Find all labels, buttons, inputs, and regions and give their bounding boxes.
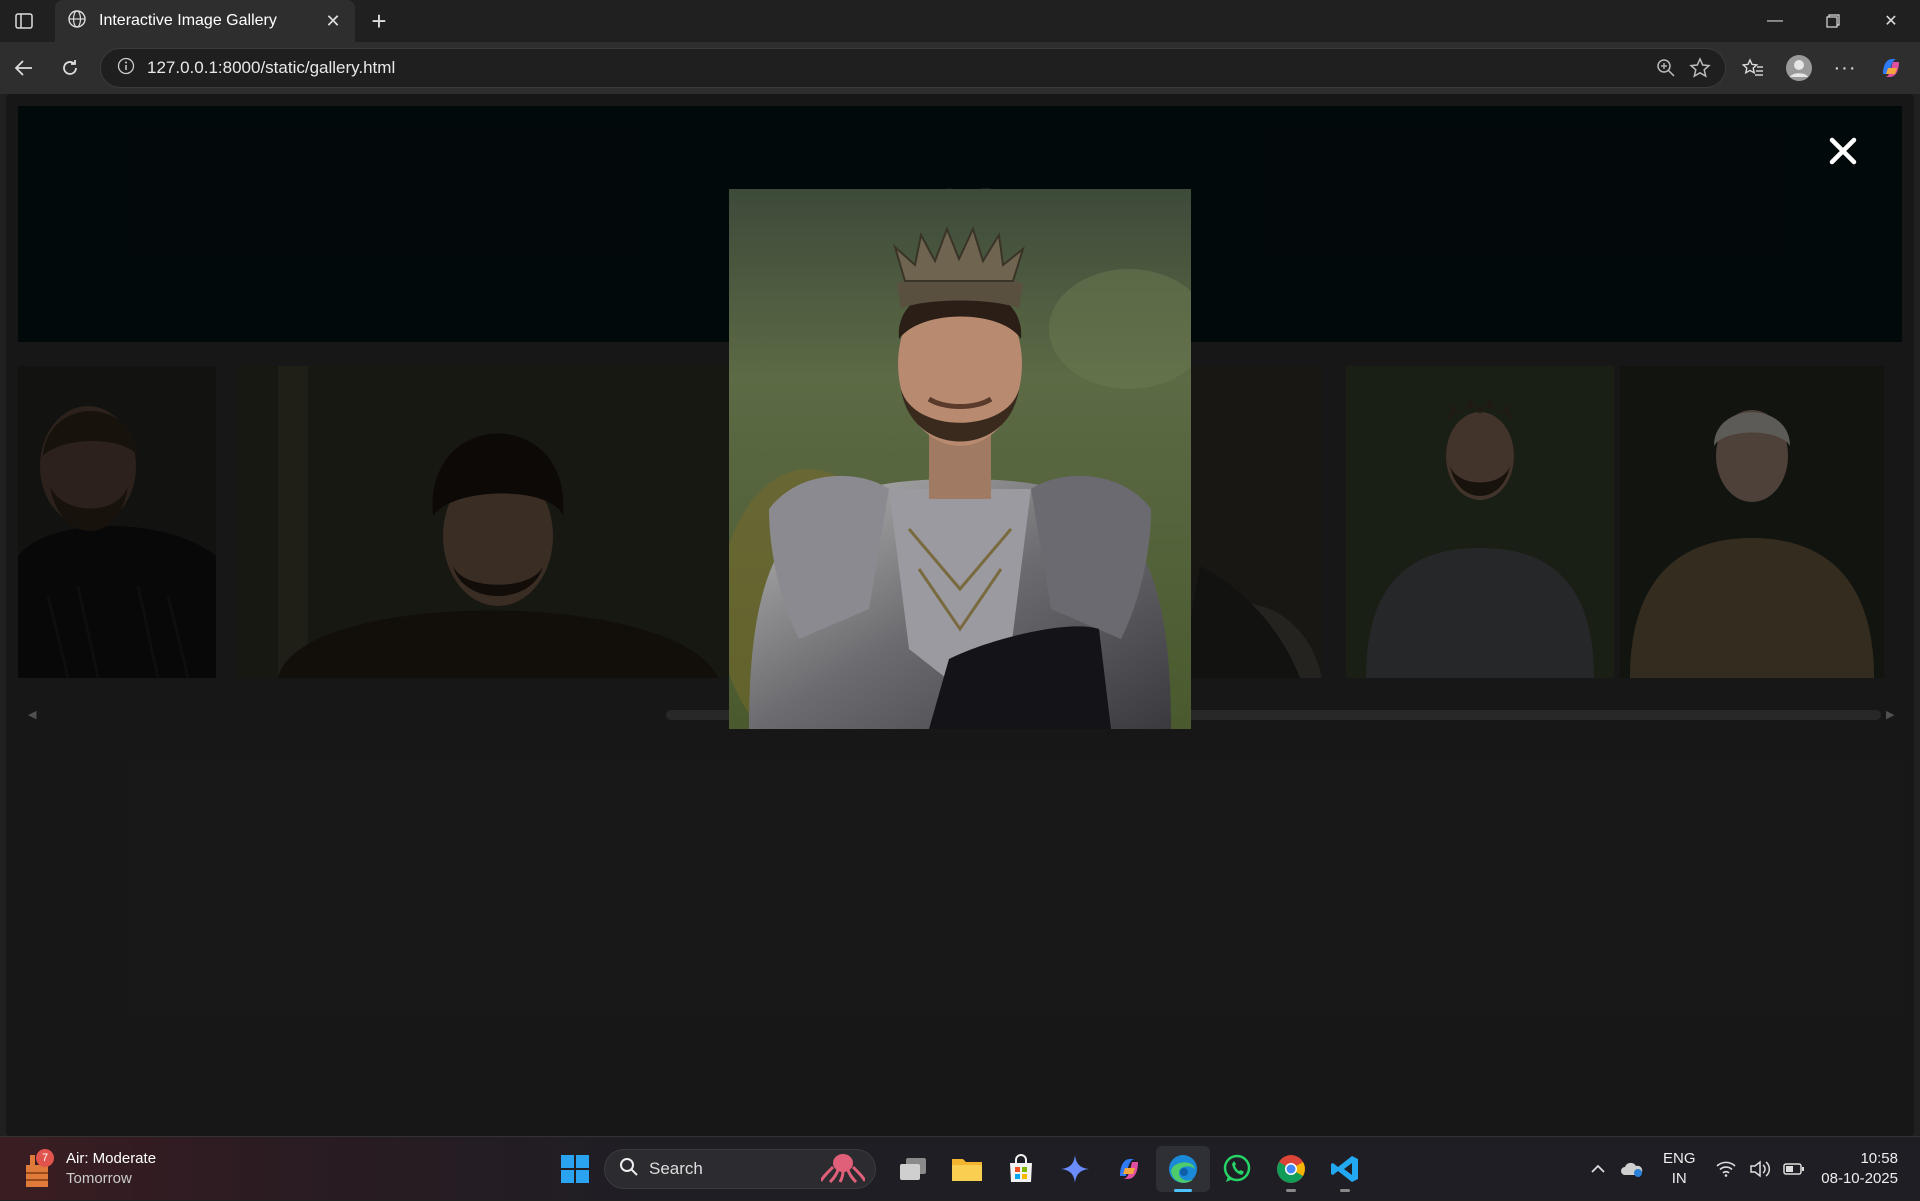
clock-time: 10:58 — [1860, 1150, 1898, 1167]
copilot-icon[interactable] — [1872, 50, 1910, 86]
edge-browser-icon[interactable] — [1156, 1146, 1210, 1192]
weather-status: Air: Moderate — [66, 1150, 157, 1167]
weather-badge: 7 — [36, 1149, 54, 1167]
browser-titlebar: Interactive Image Gallery ✕ + — ✕ — [0, 0, 1920, 42]
language-code: ENG — [1663, 1150, 1696, 1167]
weather-factory-icon: 7 — [22, 1149, 56, 1189]
address-bar[interactable]: 127.0.0.1:8000/static/gallery.html — [100, 48, 1726, 88]
vscode-icon[interactable] — [1318, 1146, 1372, 1192]
system-clock[interactable]: 10:58 08-10-2025 — [1811, 1149, 1920, 1189]
running-indicator — [1286, 1189, 1296, 1192]
sidebar-toggle-icon[interactable] — [12, 10, 36, 32]
language-indicator[interactable]: ENG IN — [1649, 1149, 1709, 1189]
search-icon — [619, 1157, 639, 1182]
globe-icon — [67, 9, 87, 34]
task-view-icon[interactable] — [886, 1146, 940, 1192]
restore-icon[interactable] — [1804, 0, 1862, 42]
site-info-icon[interactable] — [117, 57, 135, 80]
more-menu-icon[interactable]: ··· — [1826, 50, 1864, 86]
search-highlight-octopus-icon — [819, 1151, 867, 1188]
close-tab-icon[interactable]: ✕ — [323, 11, 343, 32]
reload-button[interactable] — [52, 50, 88, 86]
url-text[interactable]: 127.0.0.1:8000/static/gallery.html — [147, 58, 1649, 78]
minimize-icon[interactable]: — — [1746, 0, 1804, 42]
search-label: Search — [649, 1159, 703, 1178]
copilot-app-icon[interactable] — [1102, 1146, 1156, 1192]
new-tab-button[interactable]: + — [364, 6, 394, 36]
battery-icon[interactable] — [1777, 1149, 1811, 1189]
profile-avatar-icon[interactable] — [1780, 50, 1818, 86]
lightbox-image — [729, 189, 1191, 729]
tab-title: Interactive Image Gallery — [99, 12, 277, 29]
gemini-icon[interactable] — [1048, 1146, 1102, 1192]
file-explorer-icon[interactable] — [940, 1146, 994, 1192]
running-indicator — [1340, 1189, 1350, 1192]
microsoft-store-icon[interactable] — [994, 1146, 1048, 1192]
weather-widget[interactable]: 7 Air: Moderate Tomorrow — [22, 1149, 156, 1189]
windows-taskbar: 7 Air: Moderate Tomorrow Search ENG IN 1… — [0, 1136, 1920, 1200]
chrome-icon[interactable] — [1264, 1146, 1318, 1192]
browser-tab[interactable]: Interactive Image Gallery ✕ — [55, 0, 355, 42]
running-indicator — [1174, 1189, 1192, 1192]
favorites-icon[interactable] — [1734, 50, 1772, 86]
taskbar-search[interactable]: Search — [604, 1149, 876, 1189]
weather-when: Tomorrow — [66, 1170, 132, 1187]
whatsapp-icon[interactable] — [1210, 1146, 1264, 1192]
back-button[interactable] — [6, 50, 42, 86]
window-controls: — ✕ — [1746, 0, 1920, 42]
clock-date: 08-10-2025 — [1821, 1170, 1898, 1187]
windows-start-icon[interactable] — [552, 1146, 598, 1192]
show-hidden-icons-chevron-icon[interactable] — [1581, 1149, 1615, 1189]
close-lightbox-icon[interactable] — [1820, 128, 1866, 174]
page-viewport: Knights — [6, 94, 1914, 1136]
browser-right-tools: ··· — [1734, 50, 1910, 86]
zoom-icon[interactable] — [1649, 51, 1683, 85]
region-code: IN — [1671, 1170, 1687, 1187]
volume-icon[interactable] — [1743, 1149, 1777, 1189]
browser-toolbar: 127.0.0.1:8000/static/gallery.html ··· — [0, 42, 1920, 94]
onedrive-icon[interactable] — [1615, 1149, 1649, 1189]
system-tray: ENG IN 10:58 08-10-2025 — [1581, 1137, 1920, 1201]
favorite-star-icon[interactable] — [1683, 51, 1717, 85]
wifi-icon[interactable] — [1709, 1149, 1743, 1189]
taskbar-apps: Search — [552, 1146, 1372, 1192]
close-window-icon[interactable]: ✕ — [1862, 0, 1920, 42]
